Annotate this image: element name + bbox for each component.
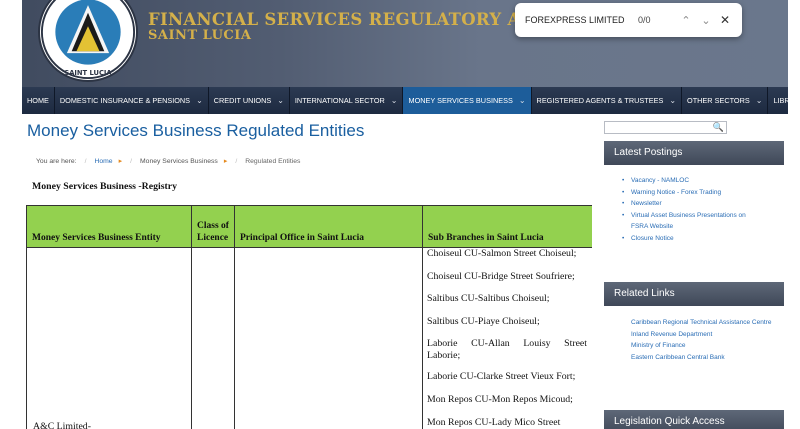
main-nav: HOME DOMESTIC INSURANCE & PENSIONS ⌄ CREDIT…	[22, 87, 800, 114]
nav-item-library[interactable]: LIBRARY⌄	[768, 87, 800, 114]
chevron-down-icon: ⌄	[755, 96, 763, 105]
nav-item-credit-unions[interactable]: CREDIT UNIONS ⌄	[209, 87, 290, 114]
licence-class-cell	[191, 246, 235, 429]
find-in-page-bar: FOREXPRESS LIMITED 0/0 ⌃ ⌄ ✕	[515, 3, 742, 37]
posting-link-text[interactable]: Closure Notice	[631, 235, 674, 242]
posting-link-text[interactable]: Warning Notice - Forex Trading	[631, 189, 721, 196]
posting-link-text[interactable]: Newsletter	[631, 200, 662, 207]
branch-item: Choiseul CU-Bridge Street Soufriere;	[427, 270, 575, 282]
related-link-text[interactable]: Inland Revenue Department	[631, 331, 712, 338]
posting-link[interactable]: • Warning Notice - Forex Trading	[604, 187, 784, 199]
header-right-margin	[788, 0, 800, 87]
related-link[interactable]: Caribbean Regional Technical Assistance …	[604, 317, 784, 329]
page-title: Money Services Business Regulated Entiti…	[27, 121, 365, 140]
related-link-text[interactable]: Caribbean Regional Technical Assistance …	[631, 319, 771, 326]
breadcrumb-home-link[interactable]: Home	[94, 158, 112, 165]
nav-item-registered-agents-trustees[interactable]: REGISTERED AGENTS & TRUSTEES ⌄	[532, 87, 683, 114]
column-header-entity: Money Services Business Entity	[26, 205, 192, 248]
search-icon[interactable]: 🔍	[713, 122, 724, 133]
registry-heading: Money Services Business -Registry	[32, 181, 178, 192]
nav-item-international-sector[interactable]: INTERNATIONAL SECTOR ⌄	[290, 87, 404, 114]
legislation-quick-access-heading: Legislation Quick Access	[604, 410, 784, 429]
find-input[interactable]: FOREXPRESS LIMITED	[525, 15, 638, 25]
posting-link[interactable]: • Vacancy - NAMLOC	[604, 175, 784, 187]
nav-item-other-sectors[interactable]: OTHER SECTORS ⌄	[682, 87, 769, 114]
branch-item: Laborie CU-Allan Louisy Street Laborie;	[427, 338, 587, 361]
related-link[interactable]: Ministry of Finance	[604, 340, 784, 352]
branch-item: Mon Repos CU-Mon Repos Micoud;	[427, 393, 573, 405]
related-link-text[interactable]: Eastern Caribbean Central Bank	[631, 354, 725, 361]
nav-item-money-services-business[interactable]: MONEY SERVICES BUSINESS ⌄	[403, 87, 532, 114]
registry-table: Money Services Business Entity Class of …	[26, 205, 592, 429]
nav-item-domestic-insurance-pensions[interactable]: DOMESTIC INSURANCE & PENSIONS ⌄	[55, 87, 209, 114]
bullet-icon: •	[622, 200, 625, 208]
related-link-text[interactable]: Ministry of Finance	[631, 342, 686, 349]
chevron-down-icon: ⌄	[518, 96, 526, 105]
bullet-icon: •	[622, 234, 625, 242]
breadcrumb-section: Money Services Business	[140, 157, 218, 165]
branch-item: Saltibus CU-Piaye Choiseul;	[427, 315, 540, 327]
branch-item: Saltibus CU-Saltibus Choiseul;	[427, 293, 550, 305]
breadcrumb-prefix: You are here:	[36, 157, 77, 165]
column-header-sub-branches: Sub Branches in Saint Lucia	[422, 205, 592, 248]
branch-item: Laborie CU-Clarke Street Vieux Fort;	[427, 371, 576, 383]
table-row: A&C Limited- Choiseul CU-Salmon Street C…	[26, 246, 592, 429]
chevron-down-icon: ⌄	[390, 96, 398, 105]
branch-item: Mon Repos CU-Lady Mico Street	[427, 416, 561, 428]
nav-item-label: LIBRARY	[773, 96, 800, 105]
chevron-up-icon[interactable]: ⌃	[676, 14, 696, 27]
nav-item-home[interactable]: HOME	[22, 87, 55, 114]
registry-table-container: Money Services Business Entity Class of …	[26, 205, 592, 429]
latest-postings-list: • Vacancy - NAMLOC • Warning Notice - Fore…	[604, 175, 784, 245]
latest-postings-heading: Latest Postings	[604, 141, 784, 165]
breadcrumb-separator: /	[130, 157, 132, 165]
related-link[interactable]: Eastern Caribbean Central Bank	[604, 352, 784, 364]
related-links-heading: Related Links	[604, 282, 784, 306]
breadcrumb: You are here: / Home ▸ / Money Services …	[36, 157, 301, 166]
bullet-icon: •	[622, 211, 625, 219]
branch-item: Choiseul CU-Salmon Street Choiseul;	[427, 248, 577, 259]
nav-item-label: INTERNATIONAL SECTOR	[294, 96, 385, 105]
nav-item-label: DOMESTIC INSURANCE & PENSIONS	[59, 96, 191, 105]
posting-link[interactable]: • Newsletter	[604, 198, 784, 210]
nav-item-label: HOME	[27, 96, 49, 105]
posting-link[interactable]: • Closure Notice	[604, 233, 784, 245]
fsra-seal-logo[interactable]: SAINT LUCIA	[38, 0, 138, 82]
chevron-down-icon: ⌄	[277, 96, 284, 105]
chevron-down-icon[interactable]: ⌄	[696, 14, 716, 27]
posting-link[interactable]: • Virtual Asset Business Presentations on…	[604, 210, 784, 233]
nav-item-label: CREDIT UNIONS	[213, 96, 272, 105]
column-header-licence-class: Class of Licence	[191, 205, 235, 248]
breadcrumb-current: Regulated Entities	[245, 157, 301, 165]
principal-office-cell	[234, 246, 423, 429]
breadcrumb-separator: /	[84, 157, 87, 165]
bullet-icon: •	[622, 177, 625, 184]
column-header-principal-office: Principal Office in Saint Lucia	[234, 205, 423, 248]
sub-branches-cell: Choiseul CU-Salmon Street Choiseul; Choi…	[422, 246, 592, 429]
posting-link-text[interactable]: Vacancy - NAMLOC	[631, 177, 689, 184]
breadcrumb-arrow-icon: ▸	[118, 158, 123, 165]
seal-graphic: SAINT LUCIA	[40, 0, 136, 80]
close-icon[interactable]: ✕	[716, 13, 734, 27]
related-links-list: Caribbean Regional Technical Assistance …	[604, 317, 784, 363]
breadcrumb-arrow-icon: ▸	[223, 158, 228, 165]
org-subtitle: SAINT LUCIA	[148, 28, 252, 43]
find-match-count: 0/0	[638, 15, 651, 25]
nav-item-label: MONEY SERVICES BUSINESS	[408, 96, 513, 105]
bullet-icon: •	[622, 188, 625, 196]
chevron-down-icon: ⌄	[669, 96, 677, 105]
chevron-down-icon: ⌄	[196, 96, 203, 105]
table-header-row: Money Services Business Entity Class of …	[26, 205, 592, 248]
seal-text-bottom: SAINT LUCIA	[64, 69, 112, 77]
posting-link-text[interactable]: Virtual Asset Business Presentations on …	[631, 212, 746, 231]
related-link[interactable]: Inland Revenue Department	[604, 329, 784, 341]
nav-item-label: OTHER SECTORS	[687, 96, 750, 105]
header-left-margin	[0, 0, 22, 87]
sidebar-search-input[interactable]: 🔍	[604, 121, 727, 134]
entity-name-cell: A&C Limited-	[26, 246, 192, 429]
nav-item-label: REGISTERED AGENTS & TRUSTEES	[536, 96, 664, 105]
breadcrumb-separator: /	[235, 157, 238, 165]
